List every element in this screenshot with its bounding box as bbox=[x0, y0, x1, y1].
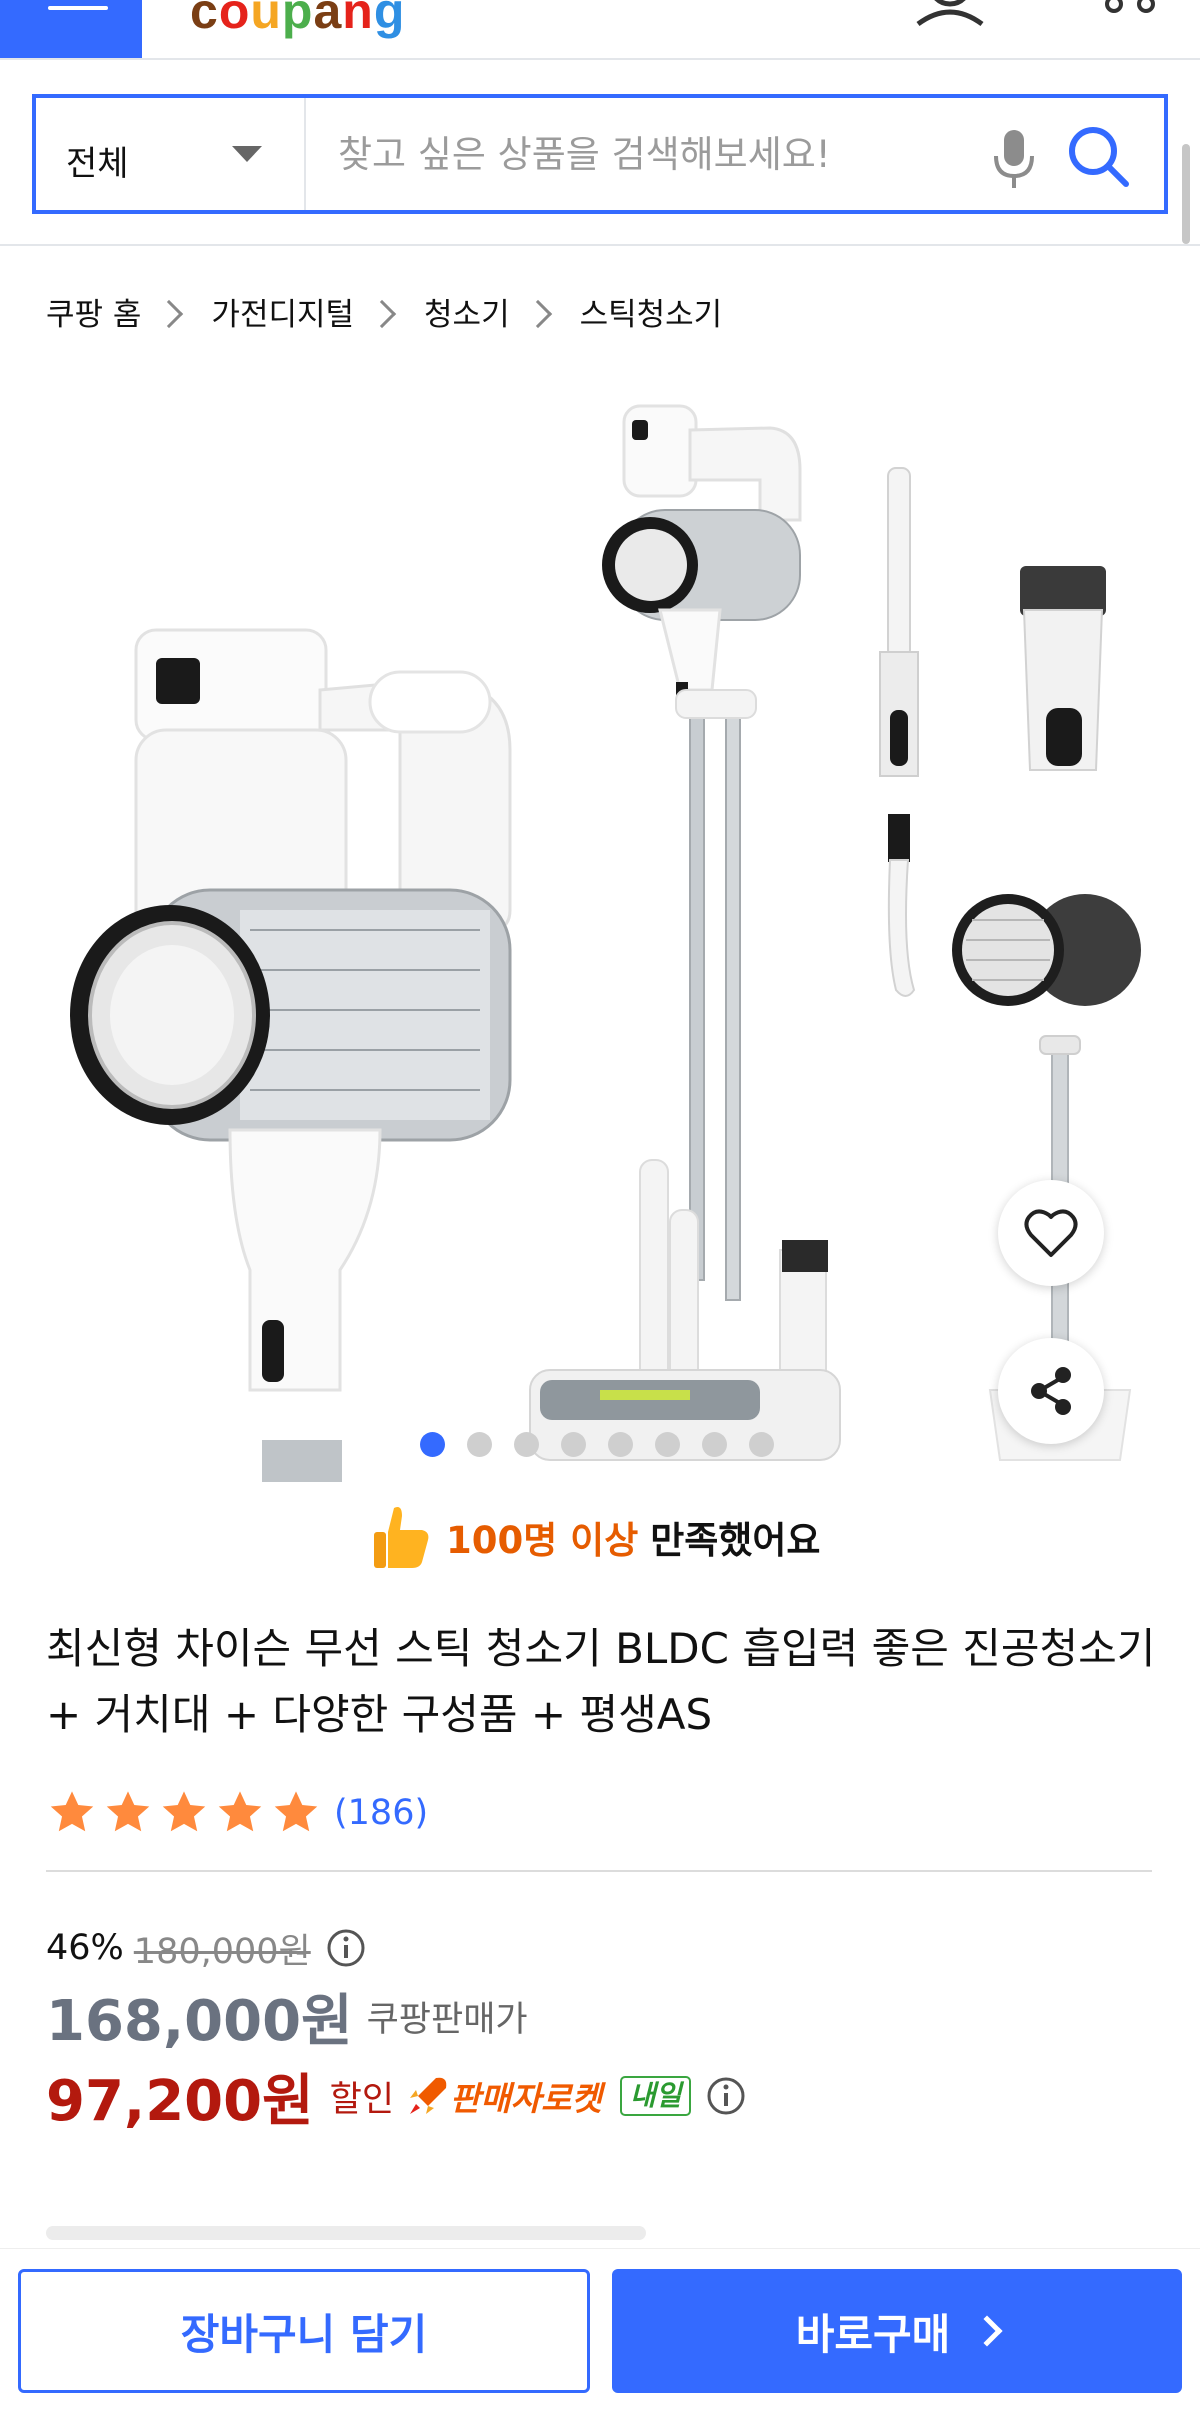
share-button[interactable] bbox=[998, 1338, 1104, 1444]
search-section: 전체 bbox=[0, 60, 1200, 246]
menu-button[interactable] bbox=[0, 0, 142, 58]
search-input[interactable] bbox=[336, 120, 996, 188]
share-icon bbox=[1031, 1367, 1071, 1415]
chevron-right-icon bbox=[367, 299, 397, 329]
wishlist-button[interactable] bbox=[998, 1180, 1104, 1286]
breadcrumb-stick-vacuum[interactable]: 스틱청소기 bbox=[580, 289, 723, 334]
sale-price-label: 쿠팡판매가 bbox=[366, 1999, 528, 2040]
gallery-dot[interactable] bbox=[608, 1432, 633, 1457]
thumbs-up-icon bbox=[374, 1507, 429, 1568]
review-count[interactable]: (186) bbox=[334, 1793, 428, 1833]
seller-rocket-label: 판매자로켓 bbox=[450, 2079, 602, 2118]
satisfaction-text: 만족했어요 bbox=[650, 1519, 821, 1562]
chevron-right-icon bbox=[155, 299, 184, 329]
buy-now-label: 바로구매 bbox=[795, 2309, 951, 2359]
buy-now-button[interactable]: 바로구매 bbox=[612, 2269, 1182, 2393]
user-icon[interactable] bbox=[912, 0, 988, 26]
gallery-dot[interactable] bbox=[749, 1432, 774, 1457]
sale-price: 168,000원 bbox=[46, 1988, 353, 2054]
chevron-right-icon bbox=[523, 299, 552, 329]
microphone-icon[interactable] bbox=[992, 126, 1036, 190]
bottom-action-bar: 장바구니 담기 바로구매 bbox=[0, 2248, 1200, 2424]
gallery-dot[interactable] bbox=[420, 1432, 445, 1457]
product-image[interactable] bbox=[0, 390, 1200, 1482]
star-icon bbox=[274, 1791, 318, 1832]
original-price: 180,000원 bbox=[133, 1931, 311, 1972]
star-icon bbox=[106, 1791, 150, 1832]
gallery-dot[interactable] bbox=[655, 1432, 680, 1457]
info-icon[interactable] bbox=[325, 1927, 367, 1969]
rocket-icon bbox=[410, 2077, 447, 2114]
breadcrumb: 쿠팡 홈 가전디지털 청소기 스틱청소기 bbox=[46, 286, 722, 336]
star-rating bbox=[46, 1787, 322, 1839]
heart-icon bbox=[1024, 1209, 1078, 1257]
discount-row: 46% 180,000원 bbox=[46, 1918, 367, 1978]
final-price: 97,200원 bbox=[46, 2068, 314, 2134]
faded-content bbox=[46, 2226, 646, 2240]
sale-price-row: 168,000원 쿠팡판매가 bbox=[46, 1978, 528, 2054]
coupang-logo[interactable]: coupang bbox=[190, 0, 405, 40]
search-bar: 전체 bbox=[32, 94, 1168, 214]
page-scrollbar[interactable] bbox=[1182, 144, 1190, 244]
discount-label: 할인 bbox=[329, 2079, 395, 2120]
search-icon[interactable] bbox=[1066, 124, 1130, 188]
add-to-cart-button[interactable]: 장바구니 담기 bbox=[18, 2269, 590, 2393]
star-icon bbox=[162, 1791, 206, 1832]
breadcrumb-home[interactable]: 쿠팡 홈 bbox=[46, 289, 141, 334]
divider bbox=[46, 1870, 1152, 1872]
info-icon[interactable] bbox=[705, 2075, 747, 2117]
final-price-row: 97,200원 할인 판매자로켓 내일 bbox=[46, 2056, 747, 2136]
category-label: 전체 bbox=[66, 144, 129, 184]
delivery-badge: 내일 bbox=[619, 2076, 692, 2116]
breadcrumb-vacuum[interactable]: 청소기 bbox=[424, 289, 510, 334]
gallery-dot[interactable] bbox=[467, 1432, 492, 1457]
chevron-right-icon bbox=[971, 2315, 1003, 2347]
star-icon bbox=[50, 1791, 94, 1832]
gallery-dot[interactable] bbox=[561, 1432, 586, 1457]
discount-rate: 46% bbox=[46, 1928, 124, 1968]
gallery-pagination bbox=[420, 1432, 774, 1457]
category-select[interactable]: 전체 bbox=[36, 98, 306, 210]
satisfaction-count: 100명 이상 bbox=[446, 1519, 639, 1562]
more-icon[interactable] bbox=[1100, 0, 1160, 24]
rating-summary[interactable]: (186) bbox=[46, 1780, 428, 1846]
product-gallery[interactable] bbox=[0, 390, 1200, 1482]
star-icon bbox=[218, 1791, 262, 1832]
product-title: 최신형 차이슨 무선 스틱 청소기 BLDC 흡입력 좋은 진공청소기 + 거치… bbox=[46, 1624, 1156, 1739]
hamburger-menu-icon bbox=[48, 6, 108, 10]
top-header: coupang bbox=[0, 0, 1200, 60]
chevron-down-icon bbox=[232, 146, 262, 162]
satisfaction-banner: 100명 이상 만족했어요 bbox=[372, 1504, 820, 1570]
breadcrumb-appliances[interactable]: 가전디지털 bbox=[211, 289, 354, 334]
gallery-dot[interactable] bbox=[514, 1432, 539, 1457]
gallery-dot[interactable] bbox=[702, 1432, 727, 1457]
